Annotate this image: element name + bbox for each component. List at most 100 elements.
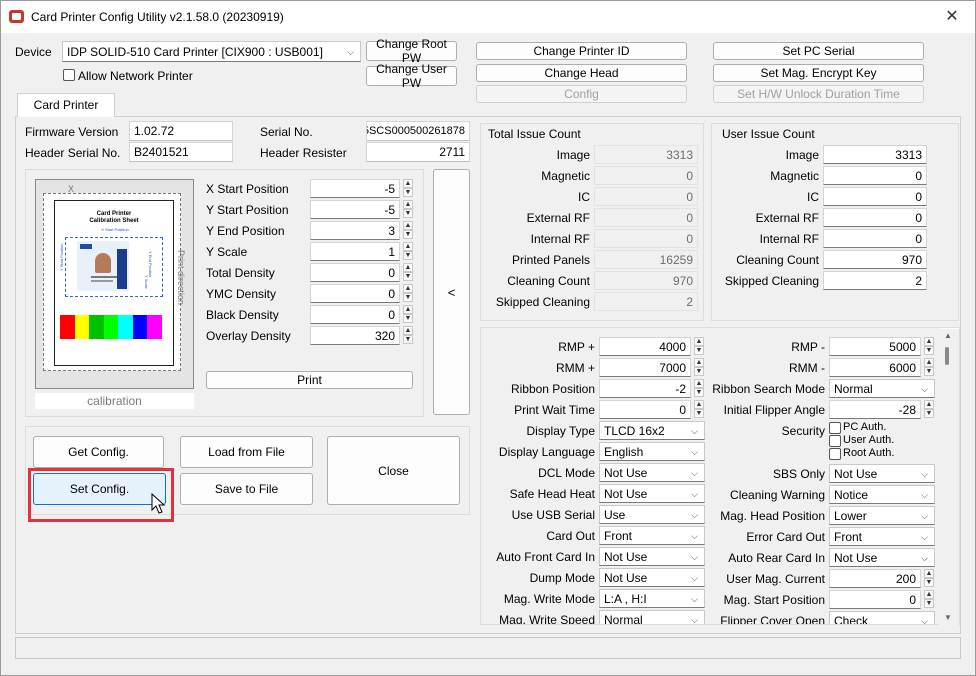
save-to-file-button[interactable]: Save to File (180, 473, 313, 505)
setting-dropdown[interactable]: Not Use ⌵ (829, 464, 935, 483)
setting-spinner[interactable]: ▲ ▼ (924, 590, 934, 608)
calibration-field-spinner[interactable]: ▲ ▼ (403, 200, 413, 218)
setting-dropdown[interactable]: TLCD 16x2 ⌵ (599, 421, 705, 440)
setting-input[interactable]: -28 (829, 400, 921, 419)
close-window-icon[interactable]: ✕ (941, 7, 963, 27)
setting-spinner[interactable]: ▲ ▼ (924, 358, 934, 376)
settings-scrollbar[interactable]: ▲ ▼ (939, 329, 959, 625)
scroll-down-icon[interactable]: ▼ (944, 613, 952, 622)
calibration-field-input[interactable]: 3 (310, 221, 400, 240)
setting-dropdown[interactable]: Normal ⌵ (829, 379, 935, 398)
spin-down-icon[interactable]: ▼ (403, 251, 413, 260)
spin-down-icon[interactable]: ▼ (403, 230, 413, 239)
spin-up-icon[interactable]: ▲ (403, 200, 413, 209)
spin-up-icon[interactable]: ▲ (403, 179, 413, 188)
print-button[interactable]: Print (206, 371, 413, 389)
close-button[interactable]: Close (327, 436, 460, 505)
setting-dropdown[interactable]: Not Use ⌵ (599, 463, 705, 482)
setting-spinner[interactable]: ▲ ▼ (694, 400, 704, 418)
spin-up-icon[interactable]: ▲ (403, 284, 413, 293)
calibration-field-input[interactable]: 320 (310, 326, 400, 345)
setting-input[interactable]: 0 (599, 400, 691, 419)
spin-down-icon[interactable]: ▼ (924, 409, 934, 418)
calibration-field-input[interactable]: 0 (310, 263, 400, 282)
spin-down-icon[interactable]: ▼ (403, 293, 413, 302)
setting-spinner[interactable]: ▲ ▼ (924, 400, 934, 418)
setting-dropdown[interactable]: Front ⌵ (829, 527, 935, 546)
user-issue-value[interactable]: 2 (823, 271, 927, 290)
set-mag-encrypt-key-button[interactable]: Set Mag. Encrypt Key (713, 64, 924, 82)
spin-down-icon[interactable]: ▼ (694, 367, 704, 376)
setting-dropdown[interactable]: Lower ⌵ (829, 506, 935, 525)
setting-spinner[interactable]: ▲ ▼ (694, 358, 704, 376)
setting-dropdown[interactable]: Check ⌵ (829, 611, 935, 624)
spin-up-icon[interactable]: ▲ (694, 379, 704, 388)
spin-down-icon[interactable]: ▼ (924, 599, 934, 608)
scrollbar-thumb[interactable] (945, 347, 949, 365)
setting-dropdown[interactable]: Not Use ⌵ (599, 568, 705, 587)
security-user-auth-checkbox[interactable] (829, 435, 841, 447)
calibration-field-spinner[interactable]: ▲ ▼ (403, 179, 413, 197)
calibration-field-spinner[interactable]: ▲ ▼ (403, 305, 413, 323)
setting-input[interactable]: -2 (599, 379, 691, 398)
setting-input[interactable]: 5000 (829, 337, 921, 356)
calibration-field-spinner[interactable]: ▲ ▼ (403, 242, 413, 260)
spin-down-icon[interactable]: ▼ (694, 388, 704, 397)
spin-up-icon[interactable]: ▲ (924, 590, 934, 599)
spin-up-icon[interactable]: ▲ (694, 358, 704, 367)
spin-up-icon[interactable]: ▲ (924, 569, 934, 578)
setting-dropdown[interactable]: Not Use ⌵ (599, 484, 705, 503)
spin-up-icon[interactable]: ▲ (694, 337, 704, 346)
calibration-field-input[interactable]: 0 (310, 305, 400, 324)
change-user-pw-button[interactable]: Change User PW (366, 62, 457, 90)
calibration-field-spinner[interactable]: ▲ ▼ (403, 263, 413, 281)
spin-up-icon[interactable]: ▲ (924, 358, 934, 367)
calibration-field-input[interactable]: 1 (310, 242, 400, 261)
spin-up-icon[interactable]: ▲ (694, 400, 704, 409)
user-issue-value[interactable]: 0 (823, 229, 927, 248)
setting-spinner[interactable]: ▲ ▼ (924, 569, 934, 587)
collapse-button[interactable]: < (433, 169, 470, 415)
spin-down-icon[interactable]: ▼ (924, 578, 934, 587)
setting-dropdown[interactable]: L:A , H:I ⌵ (599, 589, 705, 608)
setting-input[interactable]: 7000 (599, 358, 691, 377)
setting-dropdown[interactable]: Use ⌵ (599, 505, 705, 524)
change-head-button[interactable]: Change Head (476, 64, 687, 82)
user-issue-value[interactable]: 0 (823, 187, 927, 206)
spin-down-icon[interactable]: ▼ (403, 335, 413, 344)
set-pc-serial-button[interactable]: Set PC Serial (713, 42, 924, 60)
setting-spinner[interactable]: ▲ ▼ (924, 337, 934, 355)
spin-down-icon[interactable]: ▼ (694, 346, 704, 355)
calibration-field-input[interactable]: 0 (310, 284, 400, 303)
security-pc-auth-checkbox[interactable] (829, 422, 841, 434)
calibration-field-spinner[interactable]: ▲ ▼ (403, 326, 413, 344)
spin-down-icon[interactable]: ▼ (924, 346, 934, 355)
spin-down-icon[interactable]: ▼ (924, 367, 934, 376)
spin-up-icon[interactable]: ▲ (403, 305, 413, 314)
setting-dropdown[interactable]: Front ⌵ (599, 526, 705, 545)
allow-network-checkbox[interactable] (63, 69, 75, 81)
spin-down-icon[interactable]: ▼ (694, 409, 704, 418)
spin-up-icon[interactable]: ▲ (403, 242, 413, 251)
calibration-field-spinner[interactable]: ▲ ▼ (403, 221, 413, 239)
change-root-pw-button[interactable]: Change Root PW (366, 37, 457, 65)
spin-up-icon[interactable]: ▲ (403, 263, 413, 272)
setting-input[interactable]: 0 (829, 590, 921, 609)
setting-spinner[interactable]: ▲ ▼ (694, 337, 704, 355)
setting-dropdown[interactable]: Not Use ⌵ (599, 547, 705, 566)
get-config-button[interactable]: Get Config. (33, 436, 164, 468)
setting-dropdown[interactable]: Notice ⌵ (829, 485, 935, 504)
spin-up-icon[interactable]: ▲ (403, 221, 413, 230)
setting-input[interactable]: 6000 (829, 358, 921, 377)
spin-down-icon[interactable]: ▼ (403, 188, 413, 197)
set-hw-unlock-button[interactable]: Set H/W Unlock Duration Time (713, 85, 924, 103)
setting-dropdown[interactable]: English ⌵ (599, 442, 705, 461)
setting-input[interactable]: 4000 (599, 337, 691, 356)
calibration-field-input[interactable]: -5 (310, 200, 400, 219)
user-issue-value[interactable]: 970 (823, 250, 927, 269)
setting-dropdown[interactable]: Normal ⌵ (599, 610, 705, 624)
user-issue-value[interactable]: 0 (823, 208, 927, 227)
setting-input[interactable]: 200 (829, 569, 921, 588)
setting-spinner[interactable]: ▲ ▼ (694, 379, 704, 397)
security-root-auth-checkbox[interactable] (829, 448, 841, 460)
